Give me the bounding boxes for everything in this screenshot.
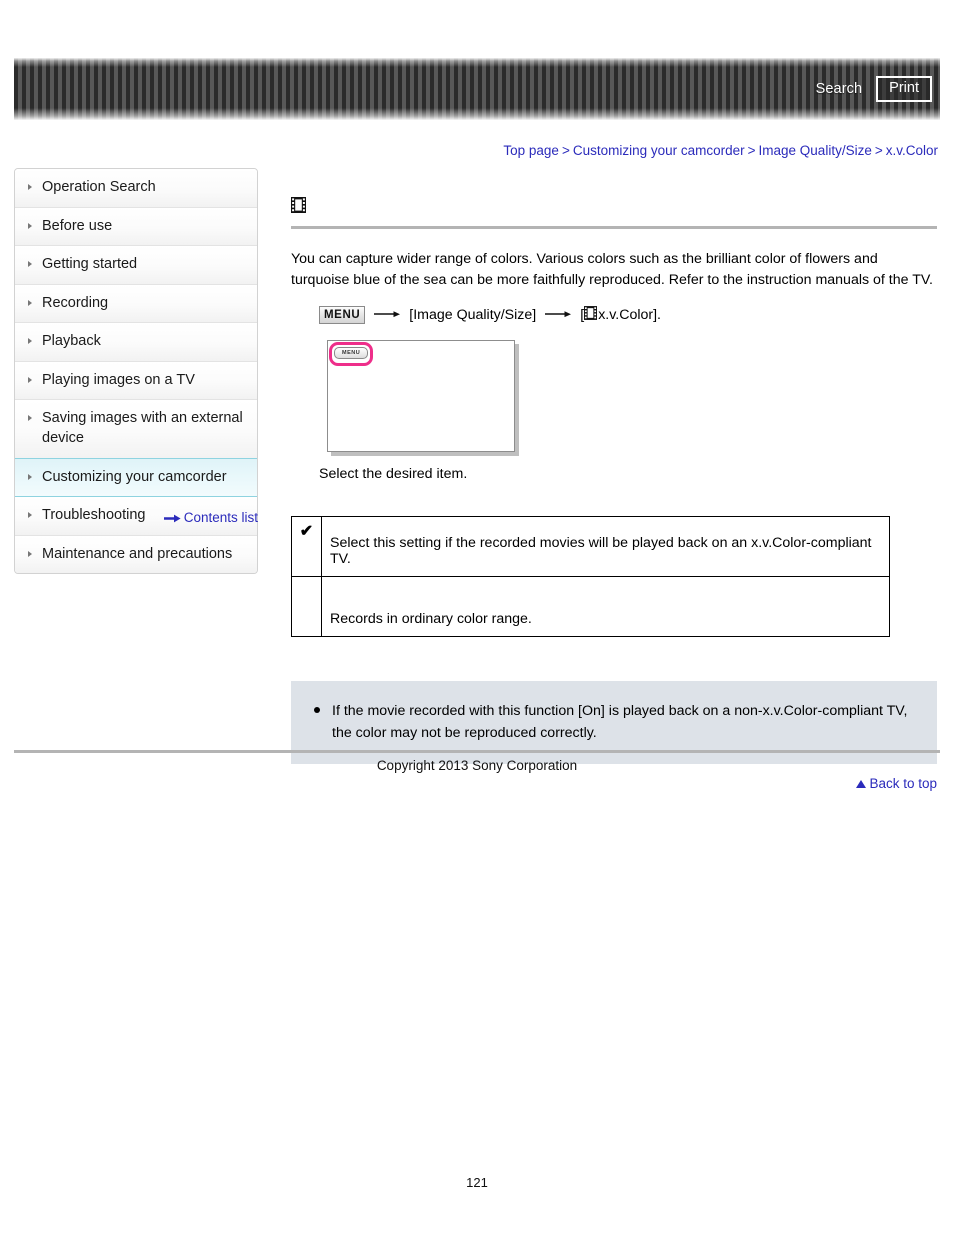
breadcrumb-item-top-page[interactable]: Top page [503, 143, 559, 158]
film-strip-icon [584, 306, 598, 324]
note-text: If the movie recorded with this function… [332, 703, 908, 742]
contents-list-link[interactable]: Contents list [184, 510, 258, 525]
breadcrumb-item-image-quality-size[interactable]: Image Quality/Size [759, 143, 872, 158]
chevron-right-icon [28, 222, 32, 229]
breadcrumb-item-customizing-your-camcorder[interactable]: Customizing your camcorder [573, 143, 745, 158]
table-cell-mark [291, 576, 322, 638]
chevron-right-icon [28, 184, 32, 190]
sidebar-item-label: Maintenance and precautions [42, 545, 233, 562]
chevron-right-icon [28, 473, 32, 480]
sidebar-item-label: Saving images with an external device [42, 410, 243, 446]
sidebar-item-before-use[interactable]: Before use [15, 207, 257, 247]
table-row: ✔ Select this setting if the recorded mo… [291, 516, 890, 578]
illustration-caption: Select the desired item. [319, 466, 468, 483]
sidebar-item-playback[interactable]: Playback [15, 323, 257, 362]
breadcrumb-separator: > [874, 143, 883, 158]
breadcrumb-item-xv-color[interactable]: x.v.Color [886, 143, 938, 158]
main-content: You can capture wider range of colors. V… [291, 196, 937, 791]
menu-button-chip[interactable]: MENU [319, 305, 366, 325]
site-header: Search Print [14, 58, 940, 120]
breadcrumb-separator: > [747, 143, 756, 158]
film-strip-icon [291, 196, 306, 218]
breadcrumb: Top page > Customizing your camcorder > Imag… [503, 143, 938, 158]
sidebar-item-label: Before use [42, 217, 113, 234]
sidebar-item-label: Getting started [42, 256, 138, 273]
sidebar-item-label: Operation Search [42, 179, 156, 195]
chevron-right-icon [28, 550, 32, 557]
chevron-right-icon [28, 338, 32, 345]
menu-path-instruction: MENU [Image Quality/Size] [ x.v.Color]. [319, 305, 937, 325]
sidebar-item-customizing-your-camcorder[interactable]: Customizing your camcorder [15, 457, 257, 498]
sidebar-item-label: Recording [42, 294, 109, 311]
sidebar-item-playing-images-on-a-tv[interactable]: Playing images on a TV [15, 361, 257, 401]
sidebar-item-recording[interactable]: Recording [15, 284, 257, 324]
footer-divider [14, 750, 940, 753]
search-link[interactable]: Search [816, 81, 863, 97]
note-item: If the movie recorded with this function… [313, 700, 915, 744]
table-cell-description: Records in ordinary color range. [321, 576, 890, 638]
contents-list-link-row: Contents list [14, 510, 258, 526]
print-button[interactable]: Print [876, 75, 932, 103]
arrow-right-icon [374, 307, 401, 323]
menu-path-step-2-label: x.v.Color]. [598, 306, 661, 323]
arrow-right-icon [163, 511, 181, 526]
chevron-right-icon [28, 299, 32, 306]
selected-checkmark-icon: ✔ [291, 516, 322, 578]
chevron-right-icon [28, 415, 32, 422]
chevron-right-icon [28, 376, 32, 383]
sidebar-item-label: Customizing your camcorder [42, 468, 227, 485]
sidebar-item-label: Playing images on a TV [42, 371, 195, 388]
triangle-up-icon [856, 780, 867, 789]
header-actions: Search Print [816, 58, 932, 120]
copyright-text: Copyright 2013 Sony Corporation [376, 758, 578, 773]
menu-path-step-1: [Image Quality/Size] [409, 306, 537, 323]
back-to-top-link[interactable]: Back to top [869, 776, 937, 791]
highlight-outline [329, 342, 373, 367]
title-divider [291, 226, 937, 229]
bullet-icon [314, 707, 320, 714]
description-text: You can capture wider range of colors. V… [291, 251, 933, 289]
sidebar-item-getting-started[interactable]: Getting started [15, 246, 257, 285]
sidebar-item-saving-images-with-an-external-device[interactable]: Saving images with an external device [15, 400, 257, 459]
sidebar-item-label: Playback [42, 333, 101, 350]
page-title-row [291, 196, 937, 218]
table-cell-description: Select this setting if the recorded movi… [321, 516, 890, 578]
breadcrumb-separator: > [561, 143, 570, 158]
options-table: ✔ Select this setting if the recorded mo… [291, 516, 890, 638]
sidebar-item-operation-search[interactable]: Operation Search [15, 169, 257, 208]
chevron-right-icon [28, 261, 32, 268]
arrow-right-icon [545, 307, 572, 323]
table-row: Records in ordinary color range. [291, 576, 890, 638]
camcorder-screen-illustration: MENU [327, 340, 515, 453]
header-stripe-banner [14, 58, 940, 120]
page-number: 121 [466, 1175, 488, 1190]
sidebar-item-maintenance-and-precautions[interactable]: Maintenance and precautions [15, 535, 257, 574]
back-to-top-row: Back to top [291, 776, 937, 791]
